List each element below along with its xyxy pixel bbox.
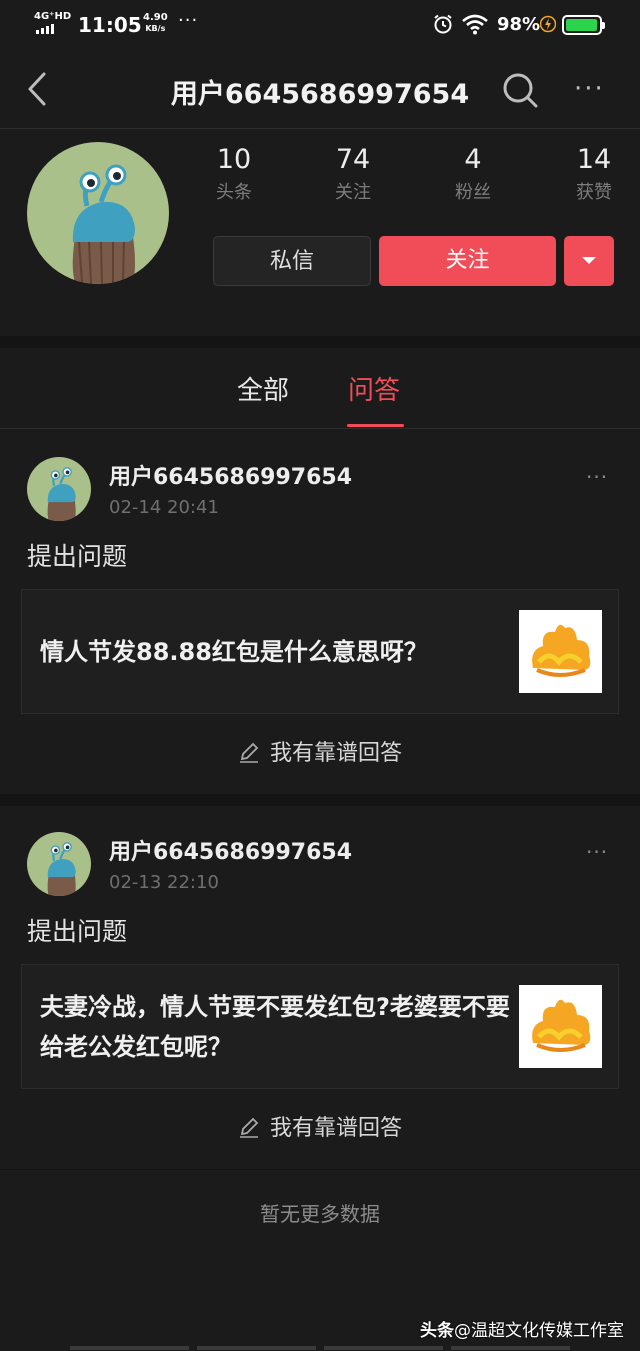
active-tab-indicator [347,424,404,427]
no-more-data-label: 暂无更多数据 [260,1202,380,1226]
post-date: 02-14 20:41 [109,497,219,518]
answer-label: 我有靠谱回答 [269,1116,402,1141]
charging-icon [540,15,556,33]
stat-label: 粉丝 [455,182,491,203]
stat-value: 10 [216,144,252,175]
follow-button[interactable]: 关注 [379,236,556,286]
follow-dropdown-button[interactable] [564,236,614,286]
more-options-icon[interactable]: ··· [574,74,614,104]
question-card[interactable]: 情人节发88.88红包是什么意思呀？ [21,589,619,714]
battery-icon [562,15,605,35]
feed-item: 用户6645686997654 02-14 20:41 ··· 提出问题 情人节… [0,429,640,794]
signal-icon [36,24,54,34]
stat-value: 14 [576,144,612,175]
tab-qa[interactable]: 问答 [348,370,400,407]
stat-label: 头条 [216,182,252,203]
stat-following[interactable]: 74 关注 [293,144,413,204]
user-avatar[interactable] [27,832,91,896]
item-more-icon[interactable]: ··· [586,840,608,864]
stat-value: 4 [464,144,482,175]
post-date: 02-13 22:10 [109,872,219,893]
header-divider [0,128,640,129]
top-nav-bar: 用户6645686997654 ··· [0,50,640,128]
snail-avatar-image [27,457,91,521]
speed-value: 4.90 [143,12,168,23]
wifi-icon [462,14,488,35]
alarm-icon [434,14,452,34]
username[interactable]: 用户6645686997654 [109,834,352,866]
speed-unit: KB/s [145,24,166,33]
watermark-brand: 头条 [420,1321,454,1341]
stat-likes[interactable]: 14 获赞 [534,144,640,204]
question-text: 情人节发88.88红包是什么意思呀？ [40,637,428,666]
feed-item: 用户6645686997654 02-13 22:10 ··· 提出问题 夫妻冷… [0,804,640,1169]
status-bar: 4G⁺HD 11:05 4.90 KB/s ··· 98% [0,0,640,50]
network-type: 4G⁺HD [34,11,72,22]
cloud-logo-icon [532,999,591,1052]
stat-followers[interactable]: 4 粉丝 [413,144,533,204]
user-avatar[interactable] [27,457,91,521]
battery-level [566,19,598,31]
caret-down-icon [582,257,596,264]
action-label: 提出问题 [27,917,128,946]
section-separator [0,336,640,348]
tab-all[interactable]: 全部 [237,370,289,407]
search-icon[interactable] [500,70,540,110]
profile-stats: 10 头条 74 关注 4 粉丝 14 获赞 [174,144,640,214]
snail-avatar-image [27,142,169,284]
pencil-icon [239,742,259,763]
stat-label: 获赞 [576,182,612,203]
answer-button[interactable]: 我有靠谱回答 [0,1110,640,1142]
username[interactable]: 用户6645686997654 [109,459,352,491]
footer-separator [0,1169,640,1170]
page-title: 用户6645686997654 [170,79,470,110]
action-label: 提出问题 [27,542,128,571]
bottom-edge-bars [70,1346,570,1350]
item-more-icon[interactable]: ··· [586,465,608,489]
answer-button[interactable]: 我有靠谱回答 [0,735,640,767]
pencil-icon [239,1117,259,1138]
watermark-handle: @温超文化传媒工作室 [454,1321,624,1341]
question-thumbnail [519,610,602,693]
answer-label: 我有靠谱回答 [269,741,402,766]
question-thumbnail [519,985,602,1068]
stat-value: 74 [335,144,371,175]
profile-avatar[interactable] [27,142,169,284]
network-speed: 4.90 KB/s [143,12,168,34]
battery-percent: 98% [497,14,541,35]
snail-avatar-image [27,832,91,896]
question-card[interactable]: 夫妻冷战，情人节要不要发红包?老婆要不要给老公发红包呢？ [21,964,619,1089]
stat-label: 关注 [335,182,371,203]
question-text: 夫妻冷战，情人节要不要发红包?老婆要不要给老公发红包呢？ [40,992,510,1061]
clock: 11:05 [78,13,142,37]
notification-more-icon: ··· [178,10,199,31]
message-button[interactable]: 私信 [213,236,371,286]
watermark: 头条@温超文化传媒工作室 [420,1316,624,1341]
stat-articles[interactable]: 10 头条 [174,144,294,204]
cloud-logo-icon [532,624,591,677]
